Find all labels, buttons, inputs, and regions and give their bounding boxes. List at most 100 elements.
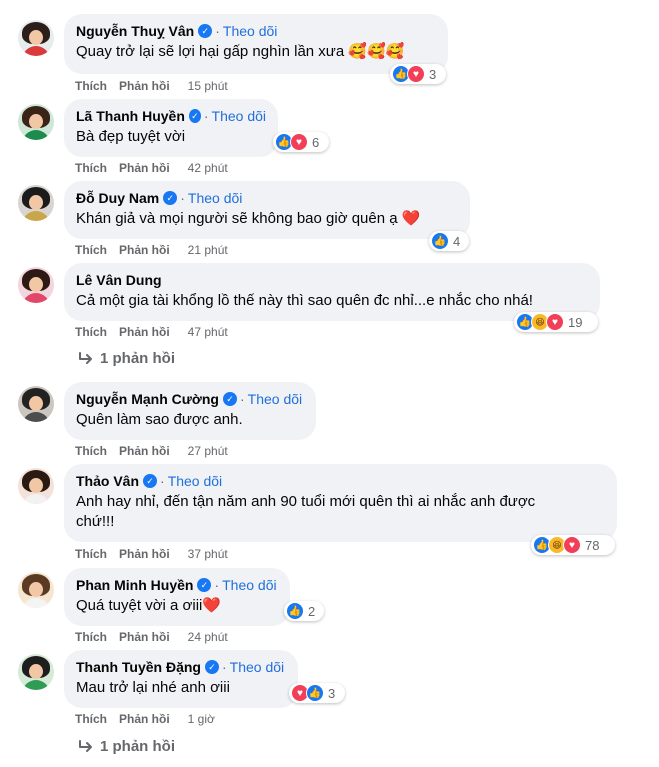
heart-emoji: ❤️ [202,597,222,614]
reply-button[interactable]: Phản hồi [119,546,170,562]
comment-bubble: Nguyễn Thuỵ Vân ✓ · Theo dõi Quay trở lạ… [64,14,448,74]
reaction-count: 6 [312,134,320,150]
like-button[interactable]: Thích [75,711,107,727]
reaction-count: 4 [453,233,461,249]
reaction-summary[interactable]: 👍 ♥ 6 [273,132,329,152]
separator: · [221,659,227,675]
follow-link[interactable]: Theo dõi [222,576,276,594]
reaction-count: 3 [429,66,437,82]
like-button[interactable]: Thích [75,160,107,176]
comment-bubble: Thanh Tuyền Đặng ✓ · Theo dõi Mau trở lạ… [64,650,298,708]
avatar[interactable] [18,386,54,422]
replies-count-label[interactable]: 1 phản hồi [100,737,175,757]
timestamp[interactable]: 37 phút [188,546,228,562]
heart-emoji: ❤️ [401,210,421,227]
comment-text: Quên làm sao được anh. [76,411,243,428]
verified-badge-icon: ✓ [204,660,219,674]
author-name[interactable]: Nguyễn Mạnh Cường [76,390,219,408]
author-name[interactable]: Lê Vân Dung [76,271,162,289]
like-reaction-icon: 👍 [286,602,304,620]
reaction-count: 78 [585,537,600,553]
follow-link[interactable]: Theo dõi [168,472,222,490]
comment-bubble: Lã Thanh Huyền ✓ · Theo dõi Bà đẹp tuyệt… [64,99,278,157]
verified-badge-icon: ✓ [143,474,158,488]
avatar[interactable] [18,654,54,690]
reply-button[interactable]: Phản hồi [119,629,170,645]
comment-text: Mau trở lại nhé anh ơiii [76,679,230,696]
reaction-summary[interactable]: 👍 ♥ 3 [390,64,446,84]
timestamp[interactable]: 42 phút [188,160,228,176]
like-button[interactable]: Thích [75,629,107,645]
love-reaction-icon: ♥ [546,313,564,331]
avatar[interactable] [18,185,54,221]
comment-bubble: Nguyễn Mạnh Cường ✓ · Theo dõi Quên làm … [64,382,316,440]
author-name[interactable]: Lã Thanh Huyền [76,107,185,125]
love-reaction-icon: ♥ [407,65,425,83]
comment-text: Bà đẹp tuyệt vời [76,128,186,145]
follow-link[interactable]: Theo dõi [212,107,266,125]
timestamp[interactable]: 47 phút [188,324,228,340]
timestamp[interactable]: 15 phút [188,78,228,94]
comment-text: Quá tuyệt vời a ơiii❤️ [76,597,222,614]
author-name[interactable]: Phan Minh Huyền [76,576,193,594]
avatar[interactable] [18,20,54,56]
follow-link[interactable]: Theo dõi [230,658,284,676]
like-button[interactable]: Thích [75,443,107,459]
avatar[interactable] [18,104,54,140]
follow-link[interactable]: Theo dõi [223,22,277,40]
like-button[interactable]: Thích [75,324,107,340]
verified-badge-icon: ✓ [197,578,212,592]
comment-text: Cả một gia tài khổng lồ thế này thì sao … [76,292,533,309]
verified-badge-icon: ✓ [198,24,213,38]
reaction-summary[interactable]: 👍 😆 ♥ 78 [531,535,615,555]
separator: · [239,391,245,407]
view-replies-link[interactable]: 1 phản hồi [78,349,175,369]
reaction-summary[interactable]: 👍 2 [284,601,324,621]
timestamp[interactable]: 21 phút [188,242,228,258]
like-reaction-icon: 👍 [431,232,449,250]
reply-button[interactable]: Phản hồi [119,242,170,258]
previous-comment-fragment [76,0,136,4]
avatar[interactable] [18,267,54,303]
separator: · [215,23,220,39]
replies-count-label[interactable]: 1 phản hồi [100,349,175,369]
reaction-count: 19 [568,314,583,330]
like-button[interactable]: Thích [75,546,107,562]
like-button[interactable]: Thích [75,78,107,94]
comment-bubble: Phan Minh Huyền ✓ · Theo dõi Quá tuyệt v… [64,568,290,626]
comment-bubble: Đỗ Duy Nam ✓ · Theo dõi Khán giả và mọi … [64,181,470,239]
reaction-count: 3 [328,685,336,701]
reply-button[interactable]: Phản hồi [119,160,170,176]
avatar[interactable] [18,468,54,504]
love-reaction-icon: ♥ [290,133,308,151]
love-reaction-icon: ♥ [563,536,581,554]
timestamp[interactable]: 24 phút [188,629,228,645]
author-name[interactable]: Nguyễn Thuỵ Vân [76,22,194,40]
author-name[interactable]: Thanh Tuyền Đặng [76,658,201,676]
separator: · [203,108,209,124]
reply-button[interactable]: Phản hồi [119,78,170,94]
follow-link[interactable]: Theo dõi [188,189,242,207]
like-button[interactable]: Thích [75,242,107,258]
timestamp[interactable]: 1 giờ [188,711,215,727]
author-name[interactable]: Đỗ Duy Nam [76,189,159,207]
verified-badge-icon: ✓ [188,109,201,123]
timestamp[interactable]: 27 phút [188,443,228,459]
reply-button[interactable]: Phản hồi [119,443,170,459]
like-reaction-icon: 👍 [306,684,324,702]
reply-arrow-icon [79,352,92,364]
reply-button[interactable]: Phản hồi [119,324,170,340]
reaction-summary[interactable]: 👍 4 [429,231,469,251]
comment-text: Anh hay nhỉ, đến tận năm anh 90 tuổi mới… [76,493,536,530]
separator: · [160,473,165,489]
reply-button[interactable]: Phản hồi [119,711,170,727]
separator: · [180,190,185,206]
avatar[interactable] [18,572,54,608]
reaction-summary[interactable]: ♥ 👍 3 [289,683,345,703]
view-replies-link[interactable]: 1 phản hồi [78,737,175,757]
comment-text: Khán giả và mọi người sẽ không bao giờ q… [76,210,421,227]
follow-link[interactable]: Theo dõi [248,390,302,408]
reaction-summary[interactable]: 👍 😆 ♥ 19 [514,312,598,332]
author-name[interactable]: Thảo Vân [76,472,139,490]
reply-arrow-icon [79,740,92,752]
